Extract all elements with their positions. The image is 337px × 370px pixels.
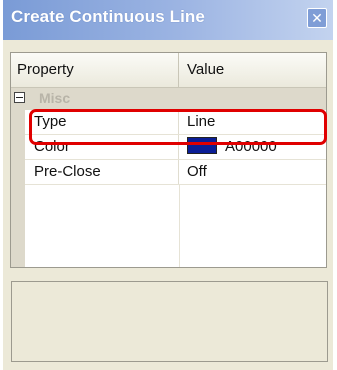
collapse-icon[interactable] [14, 92, 25, 103]
property-value[interactable]: Off [179, 160, 326, 184]
grid-header: Property Value [11, 53, 326, 88]
column-header-value[interactable]: Value [179, 53, 326, 87]
annotation-highlight [29, 109, 327, 145]
grid-empty-area [25, 185, 326, 267]
property-name: Pre-Close [25, 160, 179, 184]
property-grid: Property Value Misc Type Line Color A000… [10, 52, 327, 268]
category-row-misc[interactable]: Misc [11, 88, 326, 110]
property-panel: Create Continuous Line ✕ Property Value … [3, 0, 333, 370]
grid-gutter [11, 110, 25, 267]
close-icon[interactable]: ✕ [307, 8, 327, 28]
title-bar[interactable]: Create Continuous Line ✕ [3, 0, 333, 40]
property-row-pre-close[interactable]: Pre-Close Off [25, 160, 326, 185]
window-title: Create Continuous Line [11, 7, 205, 26]
column-header-property[interactable]: Property [11, 53, 179, 87]
description-panel [11, 281, 328, 362]
category-label: Misc [39, 90, 71, 106]
